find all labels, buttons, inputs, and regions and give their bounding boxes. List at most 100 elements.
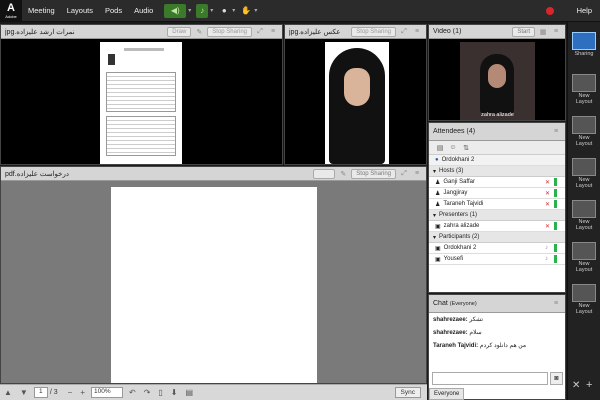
- mic-muted-icon: ✕: [545, 191, 551, 197]
- rotate-left-icon[interactable]: ↶: [129, 388, 136, 397]
- attendee-row[interactable]: ▣ Ordokhani 2 ♪: [429, 243, 565, 254]
- send-message-button[interactable]: ◙: [550, 372, 563, 385]
- pod-title: Video (1): [433, 28, 462, 35]
- recording-indicator[interactable]: [546, 7, 554, 15]
- attendee-row[interactable]: ▣ zahra alizade ✕: [429, 221, 565, 232]
- page-icon[interactable]: ▯: [158, 388, 162, 397]
- chat-message: shahrezaee: سلام: [433, 330, 482, 336]
- participant-icon: ▣: [435, 245, 441, 252]
- host-icon: ♟: [435, 179, 441, 186]
- fullscreen-icon[interactable]: ⤢: [399, 27, 409, 37]
- pod-options-icon[interactable]: ≡: [268, 27, 278, 37]
- people-icon[interactable]: ☺: [448, 143, 458, 153]
- chevron-down-icon[interactable]: ▾: [188, 7, 191, 14]
- fullscreen-icon[interactable]: ⤢: [255, 27, 265, 37]
- menu-meeting[interactable]: Meeting: [22, 6, 61, 15]
- print-icon[interactable]: ▤: [186, 388, 194, 397]
- draw-button[interactable]: Draw: [167, 26, 192, 37]
- pod-header: jpg.نمرات ارشد علیزاده Draw ✎ Stop Shari…: [1, 25, 282, 39]
- layout-item[interactable]: New Layout: [571, 116, 597, 147]
- microphone-icon[interactable]: ♪: [196, 3, 209, 18]
- close-layout-icon[interactable]: ✕: [572, 380, 580, 391]
- status-indicator: [554, 255, 557, 263]
- mic-muted-icon: ✕: [545, 180, 551, 186]
- stop-sharing-button[interactable]: Stop Sharing: [207, 26, 252, 37]
- page-total: / 3: [49, 389, 58, 396]
- chat-message: Taraneh Tajvidi: من هم دانلود کردم: [433, 343, 527, 349]
- pod-header: Chat (Everyone) ≡: [429, 295, 565, 313]
- sync-button[interactable]: Sync: [394, 387, 421, 398]
- mic-muted-icon: ✕: [545, 202, 551, 208]
- list-view-icon[interactable]: ▤: [435, 143, 445, 153]
- chat-input[interactable]: [432, 372, 548, 385]
- pod-options-icon[interactable]: ≡: [412, 27, 422, 37]
- share-pod-document: jpg.نمرات ارشد علیزاده Draw ✎ Stop Shari…: [0, 24, 283, 165]
- draw-button[interactable]: [313, 168, 336, 179]
- download-icon[interactable]: ⬇: [171, 388, 178, 397]
- status-indicator: [554, 200, 557, 208]
- add-layout-icon[interactable]: +: [586, 379, 592, 391]
- pod-title: Attendees (4): [433, 128, 476, 135]
- status-indicator: [554, 244, 557, 252]
- sort-icon[interactable]: ⇅: [461, 143, 471, 153]
- menu-pods[interactable]: Pods: [99, 6, 128, 15]
- pod-options-icon[interactable]: ≡: [551, 127, 561, 137]
- stop-sharing-button[interactable]: Stop Sharing: [351, 26, 396, 37]
- attendees-toolbar: ▤ ☺ ⇅: [429, 141, 565, 155]
- menu-audio[interactable]: Audio: [128, 6, 159, 15]
- layout-item[interactable]: New Layout: [571, 158, 597, 189]
- document-navigation-bar: ▲ ▼ 1 / 3 − + 100% ↶ ↷ ▯ ⬇ ▤ Sync: [0, 384, 427, 400]
- layout-item[interactable]: New Layout: [571, 284, 597, 315]
- attendees-pod: Attendees (4) ≡ ▤ ☺ ⇅ ● Ordokhani 2 ▾ Hos…: [428, 122, 566, 293]
- stop-sharing-button[interactable]: Stop Sharing: [351, 168, 396, 179]
- layout-item[interactable]: New Layout: [571, 74, 597, 105]
- chevron-down-icon[interactable]: ▾: [210, 7, 213, 14]
- zoom-out-icon[interactable]: −: [68, 388, 73, 397]
- start-webcam-button[interactable]: Start: [512, 26, 535, 37]
- chevron-down-icon: ▾: [433, 212, 437, 219]
- status-indicator: [554, 189, 557, 197]
- current-user-row[interactable]: ● Ordokhani 2: [429, 155, 565, 166]
- pod-header: jpg.عکس علیزاده Stop Sharing ⤢ ≡: [285, 25, 426, 39]
- arrow-down-icon[interactable]: ▼: [20, 388, 28, 397]
- attendee-row[interactable]: ♟ Ganji Saffar ✕: [429, 177, 565, 188]
- pencil-icon[interactable]: ✎: [194, 27, 204, 37]
- attendee-row[interactable]: ▣ Yousefi ♪: [429, 254, 565, 265]
- status-indicator: [554, 222, 557, 230]
- pod-options-icon[interactable]: ≡: [551, 299, 561, 309]
- rotate-right-icon[interactable]: ↷: [144, 388, 151, 397]
- help-menu[interactable]: Help: [577, 6, 592, 15]
- user-icon: ●: [435, 157, 439, 163]
- attendee-row[interactable]: ♟ Taraneh Tajvidi ✕: [429, 199, 565, 210]
- fullscreen-icon[interactable]: ⤢: [399, 169, 409, 179]
- adobe-logo: A Adobe: [0, 0, 22, 22]
- chevron-down-icon[interactable]: ▾: [254, 7, 257, 14]
- layout-item[interactable]: New Layout: [571, 242, 597, 273]
- layout-sharing[interactable]: Sharing: [571, 32, 597, 57]
- host-icon: ♟: [435, 190, 441, 197]
- arrow-up-icon[interactable]: ▲: [4, 388, 12, 397]
- pod-options-icon[interactable]: ≡: [412, 169, 422, 179]
- chevron-down-icon[interactable]: ▾: [232, 7, 235, 14]
- menu-layouts[interactable]: Layouts: [61, 6, 99, 15]
- section-participants[interactable]: ▾ Participants (2): [429, 232, 565, 243]
- raise-hand-icon[interactable]: ✋: [240, 4, 252, 18]
- status-indicator: [554, 178, 557, 186]
- webcam-icon[interactable]: ●: [218, 4, 230, 18]
- grid-view-icon[interactable]: ▦: [538, 27, 548, 37]
- chat-tab-everyone[interactable]: Everyone: [429, 388, 465, 400]
- section-hosts[interactable]: ▾ Hosts (3): [429, 166, 565, 177]
- speaker-icon[interactable]: ◀): [164, 3, 187, 18]
- page-number-input[interactable]: 1: [33, 387, 48, 398]
- participant-icon: ▣: [435, 256, 441, 263]
- section-presenters[interactable]: ▾ Presenters (1): [429, 210, 565, 221]
- zoom-in-icon[interactable]: +: [80, 388, 85, 397]
- pod-options-icon[interactable]: ≡: [551, 27, 561, 37]
- pencil-icon[interactable]: ✎: [338, 169, 348, 179]
- share-pod-photo: jpg.عکس علیزاده Stop Sharing ⤢ ≡: [284, 24, 427, 165]
- layout-item[interactable]: New Layout: [571, 200, 597, 231]
- attendee-row[interactable]: ♟ Jangjiray ✕: [429, 188, 565, 199]
- mic-muted-icon: ✕: [545, 224, 551, 230]
- zoom-select[interactable]: 100%: [90, 387, 123, 398]
- pod-header: Video (1) Start ▦ ≡: [429, 25, 565, 39]
